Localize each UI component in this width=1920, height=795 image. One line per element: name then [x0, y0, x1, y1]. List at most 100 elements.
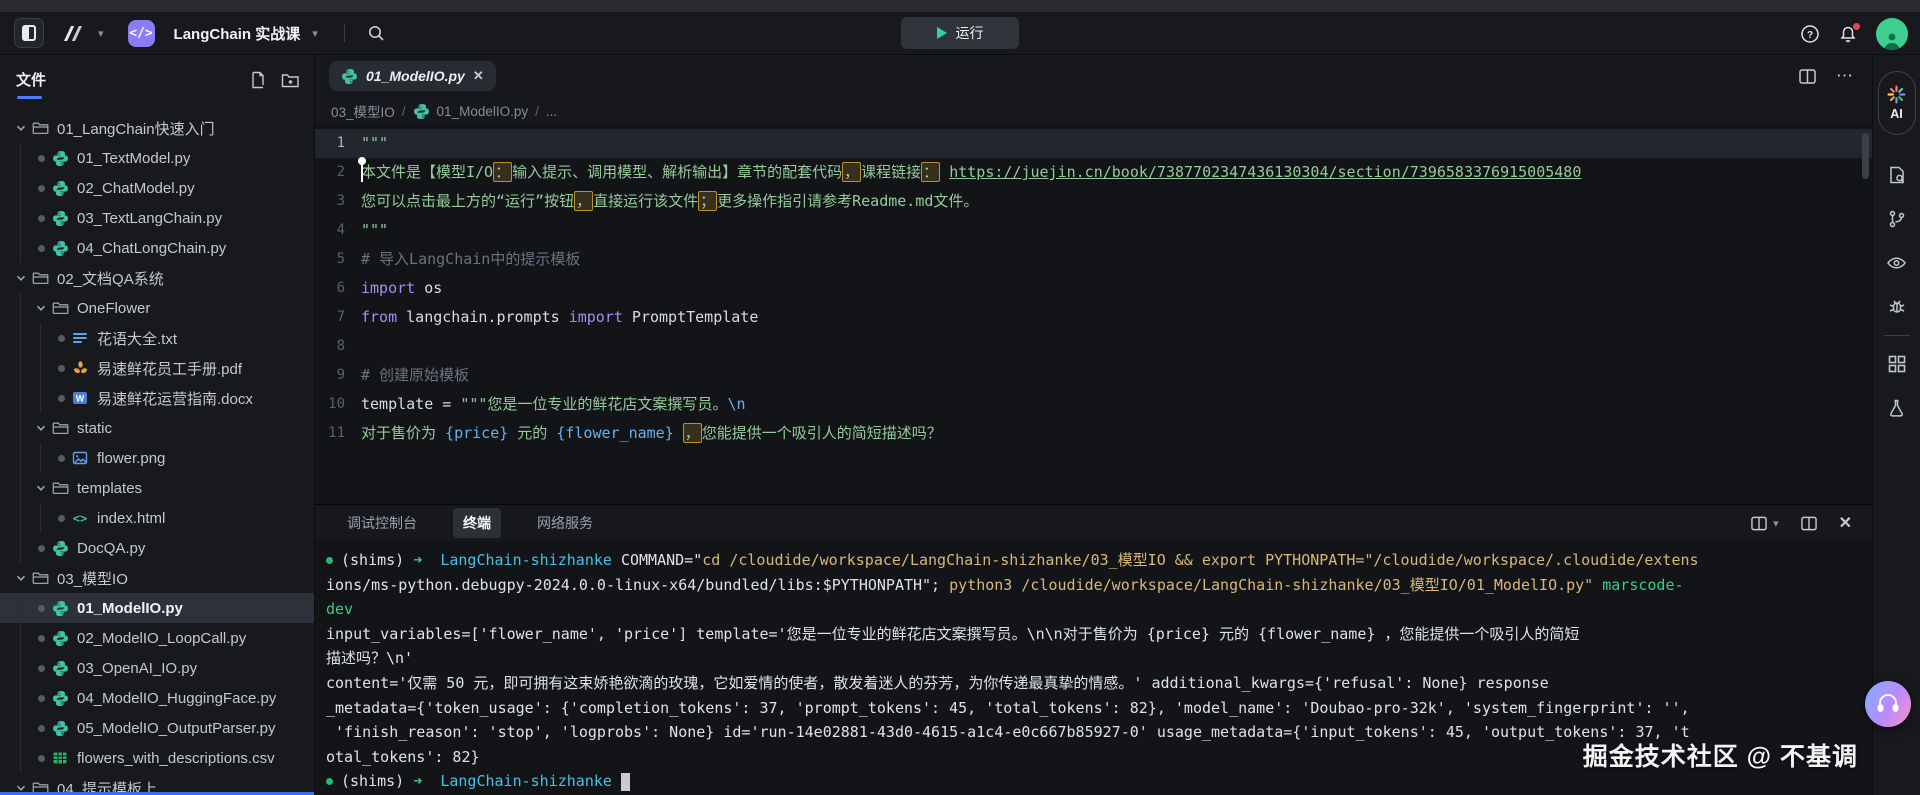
tree-item-02_ChatModel.py[interactable]: 02_ChatModel.py	[0, 173, 314, 203]
sidebar-toggle-button[interactable]	[14, 18, 44, 48]
tree-item-DocQA.py[interactable]: DocQA.py	[0, 533, 314, 563]
python-icon	[50, 540, 70, 557]
terminal-line: content='仅需 50 元，即可拥有这束娇艳欲滴的玫瑰，它如爱情的使者，散…	[326, 671, 1872, 696]
code-token: PromptTemplate	[623, 308, 758, 326]
tree-item-index.html[interactable]: <>index.html	[0, 503, 314, 533]
code-token: """您是一位专业的鲜花店文案撰写员。	[460, 395, 727, 413]
code-token: """	[361, 221, 388, 239]
tree-item-易速鲜花运营指南.docx[interactable]: W易速鲜花运营指南.docx	[0, 383, 314, 413]
terminal-token: marscode-	[1602, 576, 1683, 594]
text-cursor	[361, 163, 363, 182]
tree-item-label: flowers_with_descriptions.csv	[77, 750, 275, 767]
tree-item-01_LangChain快速入门[interactable]: 01_LangChain快速入门	[0, 113, 314, 143]
chevron-down-icon[interactable]	[12, 122, 30, 134]
tree-item-01_TextModel.py[interactable]: 01_TextModel.py	[0, 143, 314, 173]
code-token: # 创建原始模板	[361, 366, 469, 384]
tab-close-icon[interactable]: ✕	[473, 68, 484, 84]
image-icon	[70, 450, 90, 466]
help-icon[interactable]: ?	[1800, 24, 1820, 44]
notifications-bell-icon[interactable]	[1838, 24, 1858, 44]
folder-icon	[50, 420, 70, 436]
pdf-icon	[70, 360, 90, 377]
tree-item-label: 02_文档QA系统	[57, 268, 164, 289]
tree-item-04_ChatLongChain.py[interactable]: 04_ChatLongChain.py	[0, 233, 314, 263]
test-flask-icon[interactable]	[1873, 386, 1920, 430]
tree-item-OneFlower[interactable]: OneFlower	[0, 293, 314, 323]
tree-item-label: 花语大全.txt	[97, 328, 177, 349]
split-editor-icon[interactable]	[1799, 69, 1816, 84]
tree-item-static[interactable]: static	[0, 413, 314, 443]
tree-item-03_模型IO[interactable]: 03_模型IO	[0, 563, 314, 593]
chevron-down-icon[interactable]	[32, 422, 50, 434]
search-icon[interactable]	[367, 24, 385, 42]
file-search-icon[interactable]	[1873, 153, 1920, 197]
chevron-down-icon[interactable]	[12, 572, 30, 584]
editor-tab[interactable]: 01_ModelIO.py ✕	[329, 61, 496, 91]
code-link[interactable]: https://juejin.cn/book/73877023474361303…	[949, 163, 1581, 181]
split-panel-dropdown-icon[interactable]: ▾	[1751, 516, 1779, 531]
logo-chevron-down-icon[interactable]: ▾	[98, 27, 104, 40]
source-control-icon[interactable]	[1873, 197, 1920, 241]
tree-item-02_ModelIO_LoopCall.py[interactable]: 02_ModelIO_LoopCall.py	[0, 623, 314, 653]
breadcrumb-item[interactable]: 03_模型IO	[331, 101, 395, 121]
line-number: 2	[315, 158, 351, 187]
extensions-grid-icon[interactable]	[1873, 342, 1920, 386]
panel-close-icon[interactable]: ✕	[1839, 513, 1852, 533]
chevron-down-icon[interactable]	[32, 302, 50, 314]
tree-item-花语大全.txt[interactable]: 花语大全.txt	[0, 323, 314, 353]
code-token: 输入提示、调用模型、解析输出】章节的配套代码	[512, 163, 842, 181]
tree-item-03_TextLangChain.py[interactable]: 03_TextLangChain.py	[0, 203, 314, 233]
breadcrumb-item[interactable]: 01_ModelIO.py	[437, 104, 529, 119]
ide-window: ▾ </> LangChain 实战课 ▾ 运行 ?	[0, 0, 1920, 795]
ai-label: AI	[1890, 107, 1903, 121]
editor-scrollbar-thumb[interactable]	[1862, 133, 1869, 179]
explorer-header: 文件	[0, 55, 314, 113]
file-status-dot	[32, 545, 50, 552]
panel-tab-调试控制台[interactable]: 调试控制台	[337, 508, 427, 538]
ai-assistant-button[interactable]: AI	[1878, 71, 1916, 135]
python-icon	[50, 150, 70, 167]
project-name[interactable]: LangChain 实战课	[174, 23, 301, 44]
tree-item-flower.png[interactable]: flower.png	[0, 443, 314, 473]
code-editor[interactable]: 1"""2本文件是【模型I/O：输入提示、调用模型、解析输出】章节的配套代码，课…	[315, 125, 1872, 505]
debug-bug-icon[interactable]	[1873, 285, 1920, 329]
code-token: {price}	[445, 424, 508, 442]
tree-item-易速鲜花员工手册.pdf[interactable]: 易速鲜花员工手册.pdf	[0, 353, 314, 383]
breadcrumb-item[interactable]: ...	[546, 104, 557, 119]
assistant-bubble-button[interactable]	[1865, 681, 1911, 727]
more-actions-icon[interactable]: ⋯	[1836, 66, 1854, 86]
run-button[interactable]: 运行	[901, 17, 1019, 49]
preview-eye-icon[interactable]	[1873, 241, 1920, 285]
project-chevron-down-icon[interactable]: ▾	[312, 27, 318, 40]
chevron-down-icon[interactable]	[12, 272, 30, 284]
breadcrumb[interactable]: 03_模型IO/01_ModelIO.py/...	[315, 97, 1872, 125]
panel-tab-终端[interactable]: 终端	[453, 508, 501, 538]
new-folder-icon[interactable]	[281, 71, 300, 89]
tree-item-05_ModelIO_OutputParser.py[interactable]: 05_ModelIO_OutputParser.py	[0, 713, 314, 743]
tree-item-01_ModelIO.py[interactable]: 01_ModelIO.py	[0, 593, 314, 623]
new-file-icon[interactable]	[249, 71, 267, 89]
panel-tab-网络服务[interactable]: 网络服务	[527, 508, 603, 538]
indent-guide	[20, 323, 21, 353]
user-avatar[interactable]	[1876, 18, 1908, 50]
split-panel-icon[interactable]	[1801, 516, 1817, 531]
command-status-dot	[326, 557, 333, 564]
tree-item-templates[interactable]: templates	[0, 473, 314, 503]
indent-guide	[20, 173, 21, 203]
file-status-dot	[32, 215, 50, 222]
code-line-8: 8	[315, 332, 1872, 361]
explorer-title[interactable]: 文件	[16, 69, 46, 90]
line-number: 5	[315, 245, 351, 274]
indent-guide	[20, 143, 21, 173]
tree-item-04_ModelIO_HuggingFace.py[interactable]: 04_ModelIO_HuggingFace.py	[0, 683, 314, 713]
tree-item-label: 易速鲜花运营指南.docx	[97, 388, 253, 409]
tree-item-03_OpenAI_IO.py[interactable]: 03_OpenAI_IO.py	[0, 653, 314, 683]
tree-item-label: 04_ModelIO_HuggingFace.py	[77, 690, 276, 707]
tree-item-02_文档QA系统[interactable]: 02_文档QA系统	[0, 263, 314, 293]
tree-item-flowers_with_descriptions.csv[interactable]: flowers_with_descriptions.csv	[0, 743, 314, 773]
txt-icon	[70, 330, 90, 346]
tree-item-label: 03_OpenAI_IO.py	[77, 660, 197, 677]
tree-item-label: 01_LangChain快速入门	[57, 118, 215, 139]
chevron-down-icon[interactable]	[32, 482, 50, 494]
marscode-logo[interactable]	[60, 23, 86, 43]
